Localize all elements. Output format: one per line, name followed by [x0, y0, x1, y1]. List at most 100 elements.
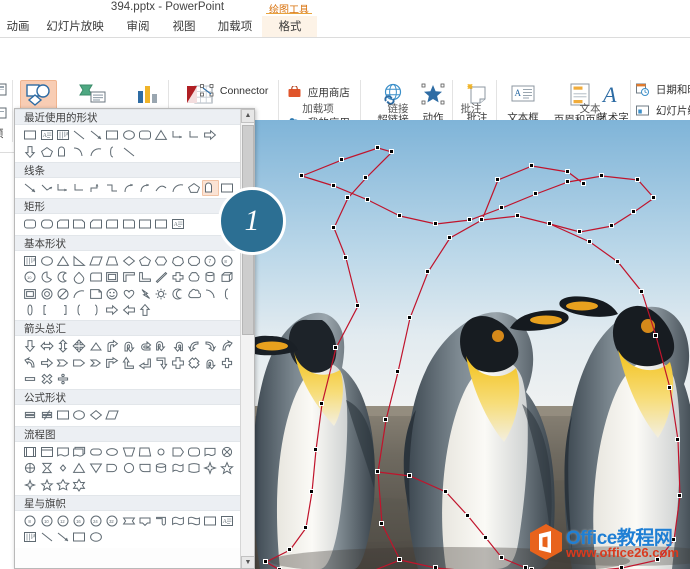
shape-cell[interactable]: [38, 253, 54, 269]
shape-cell[interactable]: [38, 216, 54, 232]
edit-point-handle[interactable]: [397, 557, 402, 562]
shape-cell[interactable]: [219, 444, 235, 460]
shape-cell[interactable]: [55, 253, 71, 269]
edit-point-handle[interactable]: [383, 417, 388, 422]
shape-cell[interactable]: [38, 529, 54, 545]
shape-cell[interactable]: [71, 216, 87, 232]
shape-cell[interactable]: [88, 302, 104, 318]
shape-cell[interactable]: [88, 355, 104, 371]
shape-cell[interactable]: A: [38, 127, 54, 143]
shape-cell[interactable]: [71, 529, 87, 545]
shape-cell[interactable]: [137, 180, 153, 196]
shape-cell[interactable]: A: [55, 127, 71, 143]
shape-cell[interactable]: [153, 127, 169, 143]
shape-cell[interactable]: [22, 216, 38, 232]
shape-cell[interactable]: [38, 338, 54, 354]
shape-cell[interactable]: [104, 285, 120, 301]
edit-point-handle[interactable]: [365, 197, 370, 202]
shape-cell[interactable]: [186, 444, 202, 460]
shape-cell[interactable]: [71, 180, 87, 196]
edit-point-handle[interactable]: [465, 513, 470, 518]
shape-cell[interactable]: [186, 180, 202, 196]
edit-point-handle[interactable]: [609, 223, 614, 228]
slide-canvas[interactable]: Office教程网 www.office26.com: [250, 120, 690, 569]
shape-cell[interactable]: A: [219, 513, 235, 529]
shape-cell[interactable]: [38, 302, 54, 318]
edit-point-handle[interactable]: [313, 447, 318, 452]
shape-cell[interactable]: [186, 127, 202, 143]
edit-point-handle[interactable]: [379, 521, 384, 526]
shape-cell[interactable]: [22, 460, 38, 476]
shape-cell[interactable]: [55, 371, 71, 387]
shape-cell[interactable]: [153, 444, 169, 460]
edit-point-handle[interactable]: [631, 209, 636, 214]
edit-point-handle[interactable]: [639, 289, 644, 294]
shape-cell[interactable]: [22, 180, 38, 196]
shape-cell[interactable]: [104, 127, 120, 143]
edit-point-handle[interactable]: [355, 303, 360, 308]
edit-point-handle[interactable]: [395, 369, 400, 374]
shape-cell[interactable]: [38, 371, 54, 387]
shape-cell[interactable]: [219, 285, 235, 301]
shape-cell[interactable]: 10: [22, 269, 38, 285]
edit-point-handle[interactable]: [433, 565, 438, 569]
scroll-up-button[interactable]: ▲: [241, 109, 255, 123]
edit-point-handle[interactable]: [533, 191, 538, 196]
shape-cell[interactable]: [219, 269, 235, 285]
shape-cell[interactable]: [22, 285, 38, 301]
shape-cell[interactable]: 7: [202, 253, 218, 269]
partial-icon-left-bottom[interactable]: [0, 106, 8, 120]
shape-cell[interactable]: [120, 444, 136, 460]
shape-cell[interactable]: [202, 460, 218, 476]
edit-point-handle[interactable]: [675, 437, 680, 442]
shape-cell[interactable]: 8: [22, 513, 38, 529]
shape-cell[interactable]: [104, 460, 120, 476]
edit-point-handle[interactable]: [635, 177, 640, 182]
scroll-down-button[interactable]: ▼: [241, 556, 255, 569]
shape-cell[interactable]: [22, 444, 38, 460]
shape-cell[interactable]: [170, 444, 186, 460]
shape-cell[interactable]: [202, 180, 218, 196]
shape-cell[interactable]: [137, 338, 153, 354]
shape-cell[interactable]: [170, 355, 186, 371]
shape-cell[interactable]: [186, 355, 202, 371]
edit-point-handle[interactable]: [333, 345, 338, 350]
gallery-scrollbar[interactable]: ▲ ▼: [240, 109, 254, 569]
shape-cell[interactable]: [22, 355, 38, 371]
shape-cell[interactable]: [202, 269, 218, 285]
shape-cell[interactable]: 16: [71, 513, 87, 529]
shape-cell[interactable]: [202, 127, 218, 143]
shape-cell[interactable]: [55, 476, 71, 492]
shape-cell[interactable]: [88, 253, 104, 269]
shape-cell[interactable]: [55, 269, 71, 285]
shape-cell[interactable]: [153, 513, 169, 529]
shape-cell[interactable]: 32: [104, 513, 120, 529]
shape-cell[interactable]: [202, 355, 218, 371]
edit-point-handle[interactable]: [389, 149, 394, 154]
shape-cell[interactable]: [153, 460, 169, 476]
edit-point-handle[interactable]: [425, 269, 430, 274]
shape-cell[interactable]: [71, 460, 87, 476]
shape-cell[interactable]: [137, 216, 153, 232]
shape-cell[interactable]: [104, 355, 120, 371]
shape-cell[interactable]: [38, 460, 54, 476]
shape-cell[interactable]: [120, 513, 136, 529]
edit-point-handle[interactable]: [309, 489, 314, 494]
edit-point-handle[interactable]: [287, 547, 292, 552]
shape-cell[interactable]: [104, 253, 120, 269]
app-store-button[interactable]: 应用商店: [288, 86, 350, 102]
shape-cell[interactable]: [153, 253, 169, 269]
shape-cell[interactable]: [88, 285, 104, 301]
shape-cell[interactable]: 12: [55, 513, 71, 529]
shape-cell[interactable]: [104, 143, 120, 159]
shape-cell[interactable]: 8: [219, 253, 235, 269]
shape-cell[interactable]: A: [22, 529, 38, 545]
edit-point-handle[interactable]: [653, 333, 658, 338]
shape-cell[interactable]: [170, 460, 186, 476]
shape-cell[interactable]: [120, 180, 136, 196]
shape-cell[interactable]: [104, 180, 120, 196]
shape-cell[interactable]: [88, 444, 104, 460]
shape-cell[interactable]: [120, 253, 136, 269]
shape-cell[interactable]: [38, 476, 54, 492]
shape-cell[interactable]: [202, 338, 218, 354]
